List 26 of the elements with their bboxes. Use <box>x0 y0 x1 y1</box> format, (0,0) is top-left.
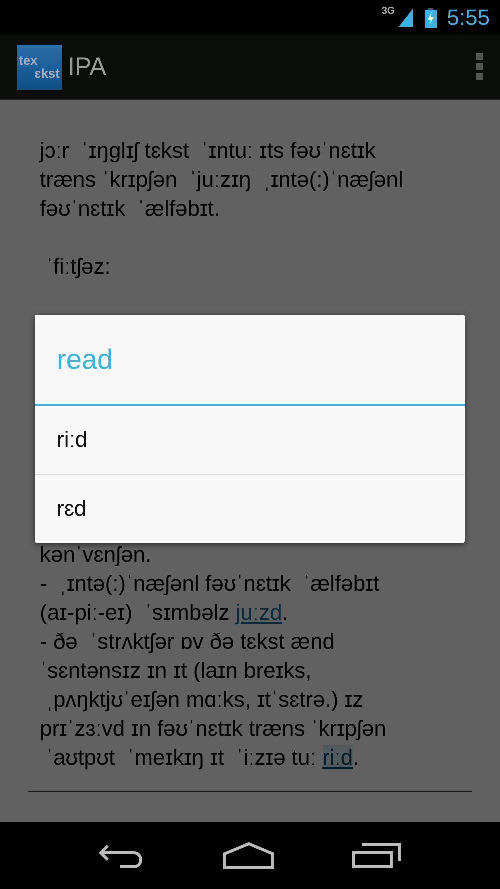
network-type: 3G <box>382 6 396 17</box>
battery-charging-icon <box>425 8 438 28</box>
body-text-line: - ˌɪntə(:)ˈnæʃənl fəʊˈnɛtɪk ˈælfəbɪt <box>40 570 381 598</box>
app-logo: tex ɛkst <box>17 44 62 90</box>
body-text-line: ˌpʌŋktjʊˈeɪʃən mɑːks, ɪtˈsɛtrə.) ɪz <box>45 686 365 714</box>
body-text: ˈaʊtpʊt ˈmeɪkɪŋ ɪt ˈiːzɪə tuː <box>45 745 318 770</box>
body-text-line: ˈsɛntənsɪz ɪn ɪt (laɪn breɪks, <box>40 657 313 685</box>
signal-icon <box>399 8 414 26</box>
pronunciation-option[interactable]: rɛd <box>35 474 465 543</box>
app-title: IPA <box>68 52 108 82</box>
clock-time: 5:55 <box>447 4 490 30</box>
body-text-line: fəʊˈnɛtɪk ˈælfəbɪt. <box>40 195 222 223</box>
overflow-menu-icon[interactable] <box>476 53 484 81</box>
body-text-line: træns ˈkrɪpʃən ˈjuːzɪŋ ˌɪntə(:)ˈnæʃənl <box>40 166 404 194</box>
body-text-line: kənˈvɛnʃən. <box>40 541 153 569</box>
body-text-line: ˈfiːtʃəz: <box>45 253 112 281</box>
dialog-title: read <box>35 315 465 406</box>
body-text: . <box>353 745 360 770</box>
body-text-line: jɔːr ˈɪŋglɪʃ tɛkst ˈɪntuː ɪts fəʊˈnɛtɪk <box>40 137 377 165</box>
body-text: (aɪ-piː-eɪ) ˈsɪmbəlz <box>40 600 231 625</box>
body-text: . <box>282 600 288 625</box>
body-text-line: - ðə ˈstrʌktʃər ɒv ðə tɛkst ænd <box>40 628 336 656</box>
body-text-line: prɪˈzɜːvd ɪn fəʊˈnɛtɪk træns ˈkrɪpʃən <box>40 715 388 743</box>
home-icon[interactable] <box>222 842 275 870</box>
pronunciation-option[interactable]: riːd <box>35 406 465 474</box>
recent-apps-icon[interactable] <box>352 842 402 868</box>
